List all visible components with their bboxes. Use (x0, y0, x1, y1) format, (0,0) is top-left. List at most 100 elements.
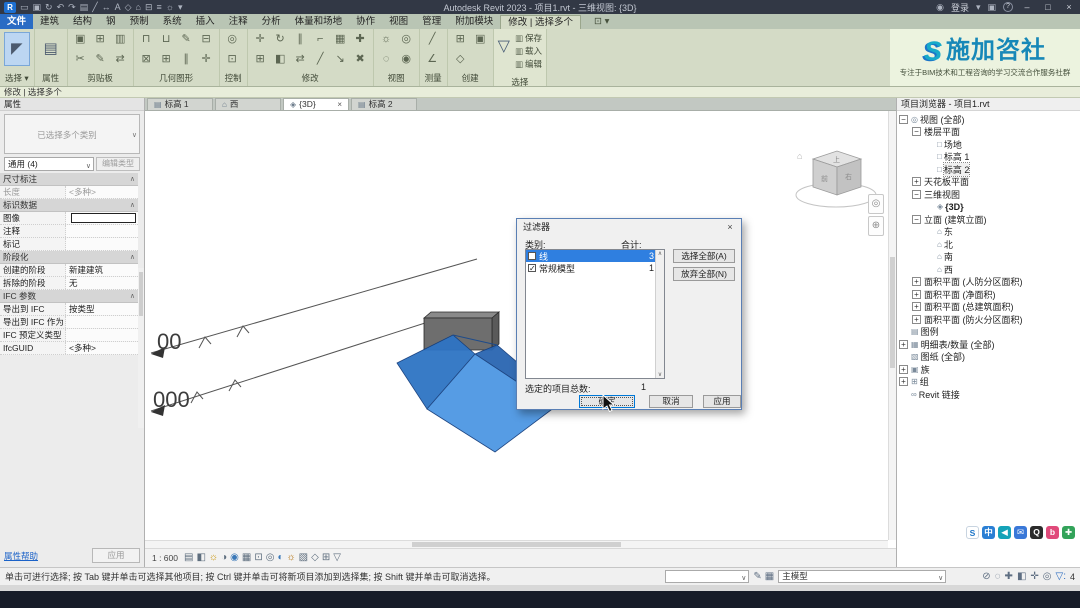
match-properties-icon[interactable]: ✎ (93, 52, 108, 67)
tab-4[interactable]: 系统 (156, 14, 189, 29)
hide-element-icon[interactable]: ◌ (379, 52, 394, 67)
close-button[interactable]: × (1062, 2, 1076, 12)
join-icon[interactable]: ⊔ (159, 32, 174, 47)
tree-expander-icon[interactable]: + (912, 302, 921, 311)
isolate-element-icon[interactable]: ◎ (399, 32, 414, 47)
tree-item[interactable]: +面积平面 (人防分区面积) (899, 276, 1080, 289)
create-assembly-icon[interactable]: ▣ (473, 32, 488, 47)
cut-geometry-icon[interactable]: ⊠ (139, 52, 154, 67)
tree-item-label[interactable]: 视图 (全部) (920, 113, 965, 126)
property-group-header[interactable]: IFC 参数∧ (0, 290, 138, 303)
category-row[interactable]: ✓常规模型1 (526, 262, 664, 274)
tree-item[interactable]: □标高 1 (899, 151, 1080, 164)
render-icon[interactable]: ◉ (230, 551, 239, 565)
signin-avatar-icon[interactable]: ◉ (936, 1, 944, 13)
tree-item[interactable]: −三维视图 (899, 188, 1080, 201)
check-none-button[interactable]: 放弃全部(N) (673, 267, 735, 281)
property-value[interactable]: 新建建筑 (66, 264, 138, 276)
dialog-close-icon[interactable]: × (719, 222, 741, 232)
redo-icon[interactable]: ↷ (68, 1, 76, 13)
editing-requests-icon[interactable]: ✎ (753, 570, 761, 584)
visibility-graphics-icon[interactable]: ☼ (379, 32, 394, 47)
clipboard-more-icon[interactable]: ▥ (113, 32, 128, 47)
view-tab-0[interactable]: ▤标高 1 (147, 98, 213, 110)
tag-icon[interactable]: ◇ (125, 1, 132, 13)
tree-item[interactable]: +▦明细表/数量 (全部) (899, 338, 1080, 351)
shijia-logo-icon[interactable]: S (966, 526, 979, 539)
checkbox[interactable] (528, 252, 536, 260)
tree-item-label[interactable]: 标高 1 (944, 150, 970, 163)
create-similar-icon[interactable]: ◇ (453, 52, 468, 67)
cope-icon[interactable]: ⊓ (139, 32, 154, 47)
type-selector[interactable]: 已选择多个类别 ∨ (4, 114, 140, 154)
tree-expander-icon[interactable]: + (912, 177, 921, 186)
view-tab-3[interactable]: ▤标高 2 (351, 98, 417, 110)
select-underlay-toggle-icon[interactable]: ◌ (995, 570, 1001, 584)
tree-item-label[interactable]: 南 (944, 250, 953, 263)
delete-icon[interactable]: ✖ (353, 52, 368, 67)
measure-between-icon[interactable]: ╱ (425, 32, 440, 47)
visual-style-icon[interactable]: ◧ (196, 551, 205, 565)
properties-scrollbar[interactable] (138, 268, 144, 428)
tree-expander-icon[interactable]: − (899, 115, 908, 124)
show-crop-icon[interactable]: ⊡ (254, 551, 262, 565)
select-all-button[interactable]: 选择全部(A) (673, 249, 735, 263)
scale-icon[interactable]: ↘ (333, 52, 348, 67)
tree-item[interactable]: −楼层平面 (899, 126, 1080, 139)
tree-expander-icon[interactable]: − (912, 215, 921, 224)
ribbon-options-icon[interactable]: ⊡ ▾ (587, 14, 616, 29)
horizontal-scrollbar[interactable] (145, 540, 888, 548)
tab-6[interactable]: 注释 (222, 14, 255, 29)
tree-item-label[interactable]: 场地 (944, 138, 962, 151)
tree-item[interactable]: +面积平面 (总建筑面积) (899, 301, 1080, 314)
tab-7[interactable]: 分析 (255, 14, 288, 29)
save-selection-button[interactable]: ▥保存 (515, 32, 542, 44)
trim-icon[interactable]: ⌐ (313, 32, 328, 47)
qq-icon[interactable]: Q (1030, 526, 1043, 539)
undo-icon[interactable]: ↶ (57, 1, 65, 13)
zoom-tool-icon[interactable]: ⊕ (868, 216, 884, 236)
split-element-icon[interactable]: ∥ (179, 52, 194, 67)
print-icon[interactable]: ▤ (80, 1, 89, 13)
mirror-icon[interactable]: ◧ (273, 52, 288, 67)
tree-item-label[interactable]: 图例 (921, 325, 939, 338)
sun-settings-icon[interactable]: ☼ (166, 1, 174, 13)
design-option-combo[interactable]: 主模型∨ (778, 570, 946, 583)
crop-view-icon[interactable]: ▦ (242, 551, 251, 565)
signin-button[interactable]: 登录 (951, 1, 969, 14)
tree-item[interactable]: +面积平面 (净面积) (899, 288, 1080, 301)
select-links-toggle-icon[interactable]: ⊘ (982, 570, 990, 584)
split-icon[interactable]: ╱ (313, 52, 328, 67)
tab-2[interactable]: 钢 (99, 14, 123, 29)
help-icon[interactable]: ? (1003, 2, 1013, 12)
chevron-down-icon[interactable]: ∨ (132, 131, 137, 139)
tree-item-label[interactable]: 三维视图 (924, 188, 960, 201)
property-group-header[interactable]: 标识数据∧ (0, 199, 138, 212)
revit-app-icon[interactable]: R (4, 2, 16, 13)
sync-icon[interactable]: ↻ (45, 1, 53, 13)
checkbox[interactable]: ✓ (528, 264, 536, 272)
category-row[interactable]: 线3 (526, 250, 664, 262)
properties-help-link[interactable]: 属性帮助 (4, 550, 38, 562)
property-value[interactable] (66, 238, 138, 250)
default-3d-view-icon[interactable]: ⌂ (136, 1, 141, 13)
tree-item-label[interactable]: 立面 (建筑立面) (924, 213, 987, 226)
property-value[interactable]: 无 (66, 277, 138, 289)
view-tab-1[interactable]: ⌂西 (215, 98, 281, 110)
tab-file[interactable]: 文件 (0, 14, 33, 29)
tab-8[interactable]: 体量和场地 (288, 14, 350, 29)
collapse-icon[interactable]: ∧ (130, 290, 135, 302)
edit-type-button[interactable]: 编辑类型 (96, 157, 140, 171)
edit-selection-button[interactable]: ▥编辑 (515, 58, 542, 70)
tree-expander-icon[interactable]: + (912, 290, 921, 299)
unhide-icon[interactable]: ◉ (399, 52, 414, 67)
tree-item[interactable]: −立面 (建筑立面) (899, 213, 1080, 226)
connect-icon[interactable]: ⊞ (159, 52, 174, 67)
collapse-icon[interactable]: ∧ (130, 173, 135, 185)
property-value[interactable] (66, 225, 138, 237)
pin-icon[interactable]: ✚ (353, 32, 368, 47)
tree-item-label[interactable]: 族 (921, 363, 930, 376)
tree-item-label[interactable]: 北 (944, 238, 953, 251)
tab-10[interactable]: 视图 (382, 14, 415, 29)
property-value[interactable] (66, 212, 138, 224)
